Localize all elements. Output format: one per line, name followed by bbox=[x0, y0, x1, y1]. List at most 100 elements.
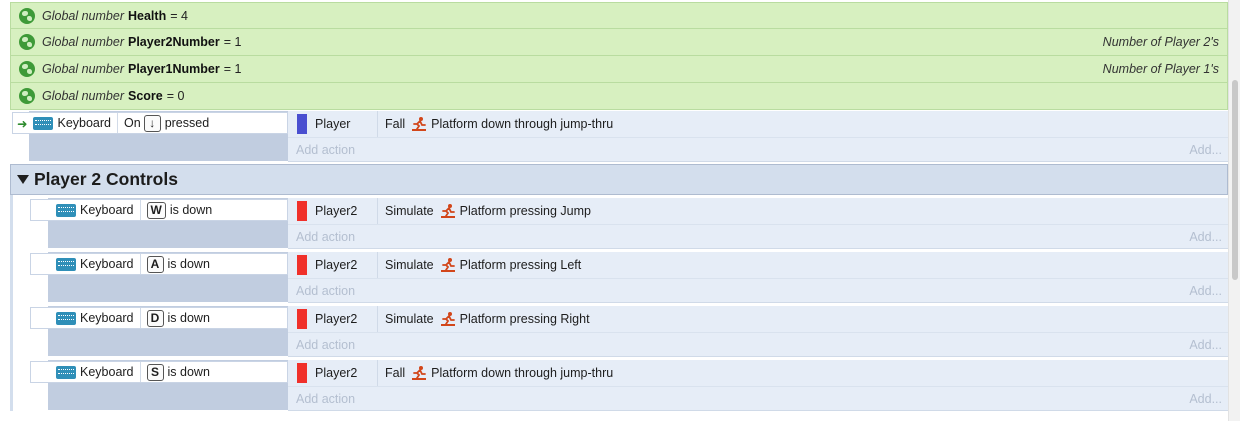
action-area[interactable]: Player2 Simulate Platform pressing Left … bbox=[288, 252, 1228, 303]
action-verb: Simulate bbox=[385, 204, 434, 218]
action-text: Fall Platform down through jump-thru bbox=[378, 116, 613, 132]
action-verb: Simulate bbox=[385, 312, 434, 326]
variable-name: Health bbox=[128, 8, 167, 23]
key-cap: D bbox=[146, 309, 164, 327]
add-more-link[interactable]: Add... bbox=[1189, 392, 1228, 406]
key-cap: S bbox=[146, 363, 164, 381]
action-description: Platform pressing Jump bbox=[459, 204, 591, 218]
variable-kind: Global number bbox=[42, 62, 124, 76]
trigger-label: is down bbox=[167, 257, 210, 271]
action-text: Fall Platform down through jump-thru bbox=[378, 365, 613, 381]
globe-icon bbox=[19, 34, 35, 50]
action-row[interactable]: Player2 Simulate Platform pressing Jump bbox=[288, 198, 1228, 225]
action-verb: Fall bbox=[385, 117, 406, 131]
add-more-link[interactable]: Add... bbox=[1189, 284, 1228, 298]
global-variable-row[interactable]: Global number Score = 0 bbox=[10, 83, 1228, 110]
condition-object-label: Keyboard bbox=[80, 203, 134, 217]
variable-name: Score bbox=[128, 89, 163, 103]
action-row[interactable]: Player2 Simulate Platform pressing Right bbox=[288, 306, 1228, 333]
globe-icon bbox=[19, 7, 35, 24]
condition-object-label: Keyboard bbox=[80, 257, 134, 271]
action-area[interactable]: Player Fall Platform down through jump-t… bbox=[288, 111, 1228, 162]
add-action-row[interactable]: Add action Add... bbox=[288, 279, 1228, 302]
key-cap: W bbox=[146, 201, 166, 219]
variable-name: Player1Number bbox=[128, 62, 220, 76]
condition-row[interactable]: Keyboard A is down bbox=[30, 253, 288, 275]
trigger-arrow-icon: ➜ bbox=[17, 116, 28, 131]
action-area[interactable]: Player2 Simulate Platform pressing Right… bbox=[288, 306, 1228, 357]
add-action-link[interactable]: Add action bbox=[296, 143, 355, 157]
platform-behavior-icon bbox=[440, 312, 455, 326]
action-text: Simulate Platform pressing Right bbox=[378, 311, 590, 327]
action-text: Simulate Platform pressing Jump bbox=[378, 203, 591, 219]
action-object: Player2 bbox=[288, 360, 378, 386]
action-object: Player bbox=[288, 111, 378, 137]
condition-row[interactable]: ➜ Keyboard On ↓ pressed bbox=[12, 112, 288, 134]
platform-behavior-icon bbox=[440, 258, 455, 272]
add-action-row[interactable]: Add action Add... bbox=[288, 387, 1228, 410]
action-object: Player2 bbox=[288, 252, 378, 278]
event-block: ➜ Keyboard On ↓ pressed Player Fall Plat… bbox=[10, 111, 1228, 163]
add-action-row[interactable]: Add action Add... bbox=[288, 225, 1228, 248]
variable-kind: Global number bbox=[42, 8, 124, 23]
action-area[interactable]: Player2 Fall Platform down through jump-… bbox=[288, 360, 1228, 411]
object-swatch bbox=[297, 363, 307, 383]
variable-name: Player2Number bbox=[128, 35, 220, 49]
variable-value: = 1 bbox=[223, 62, 242, 76]
trigger-label: pressed bbox=[164, 116, 210, 130]
globe-icon bbox=[19, 61, 35, 77]
add-more-link[interactable]: Add... bbox=[1189, 143, 1228, 157]
variable-value: = 4 bbox=[170, 8, 188, 23]
keyboard-icon bbox=[33, 116, 54, 130]
add-action-link[interactable]: Add action bbox=[296, 392, 355, 406]
action-object-label: Player2 bbox=[315, 258, 358, 272]
action-object-label: Player2 bbox=[315, 312, 358, 326]
action-row[interactable]: Player2 Simulate Platform pressing Left bbox=[288, 252, 1228, 279]
event-group-header[interactable]: Player 2 Controls bbox=[10, 164, 1228, 195]
vertical-scrollbar[interactable] bbox=[1228, 0, 1240, 421]
variable-value: = 1 bbox=[223, 35, 242, 49]
variable-value: = 0 bbox=[166, 89, 185, 103]
condition-row[interactable]: Keyboard W is down bbox=[30, 199, 288, 221]
global-variable-row[interactable]: Global number Player2Number = 1 Number o… bbox=[10, 29, 1228, 56]
trigger-label: is down bbox=[167, 311, 210, 325]
action-object-label: Player2 bbox=[315, 204, 358, 218]
add-action-link[interactable]: Add action bbox=[296, 284, 355, 298]
keyboard-icon bbox=[56, 365, 76, 379]
action-object: Player2 bbox=[288, 198, 378, 224]
action-area[interactable]: Player2 Simulate Platform pressing Jump … bbox=[288, 198, 1228, 249]
add-action-link[interactable]: Add action bbox=[296, 338, 355, 352]
variable-kind: Global number bbox=[42, 89, 124, 103]
action-row[interactable]: Player Fall Platform down through jump-t… bbox=[288, 111, 1228, 138]
condition-row[interactable]: Keyboard D is down bbox=[30, 307, 288, 329]
keyboard-icon bbox=[56, 311, 76, 325]
action-description: Platform pressing Left bbox=[459, 258, 582, 272]
footer-hint bbox=[0, 411, 1240, 421]
add-action-row[interactable]: Add action Add... bbox=[288, 333, 1228, 356]
condition-object-label: Keyboard bbox=[80, 311, 134, 325]
global-variable-row[interactable]: Global number Health = 4 bbox=[10, 2, 1228, 29]
object-swatch bbox=[297, 255, 307, 275]
action-object: Player2 bbox=[288, 306, 378, 332]
event-block: Keyboard A is down Player2 Simulate Plat… bbox=[10, 252, 1228, 304]
global-variable-row[interactable]: Global number Player1Number = 1 Number o… bbox=[10, 56, 1228, 83]
platform-behavior-icon bbox=[440, 204, 455, 218]
condition-row[interactable]: Keyboard S is down bbox=[30, 361, 288, 383]
trigger-label: is down bbox=[167, 365, 210, 379]
add-action-link[interactable]: Add action bbox=[296, 230, 355, 244]
add-more-link[interactable]: Add... bbox=[1189, 338, 1228, 352]
globe-icon bbox=[19, 88, 35, 104]
condition-object: Keyboard bbox=[31, 362, 141, 382]
scrollbar-thumb[interactable] bbox=[1232, 80, 1238, 280]
action-description: Platform pressing Right bbox=[459, 312, 590, 326]
add-more-link[interactable]: Add... bbox=[1189, 230, 1228, 244]
object-swatch bbox=[297, 309, 307, 329]
variable-comment: Number of Player 1's bbox=[1102, 62, 1219, 76]
event-block: Keyboard W is down Player2 Simulate Plat… bbox=[10, 198, 1228, 250]
add-action-row[interactable]: Add action Add... bbox=[288, 138, 1228, 161]
action-row[interactable]: Player2 Fall Platform down through jump-… bbox=[288, 360, 1228, 387]
condition-object: Keyboard bbox=[31, 200, 141, 220]
collapse-triangle-icon[interactable] bbox=[17, 175, 29, 184]
condition-text: S is down bbox=[141, 362, 216, 382]
condition-object-label: Keyboard bbox=[57, 116, 111, 130]
